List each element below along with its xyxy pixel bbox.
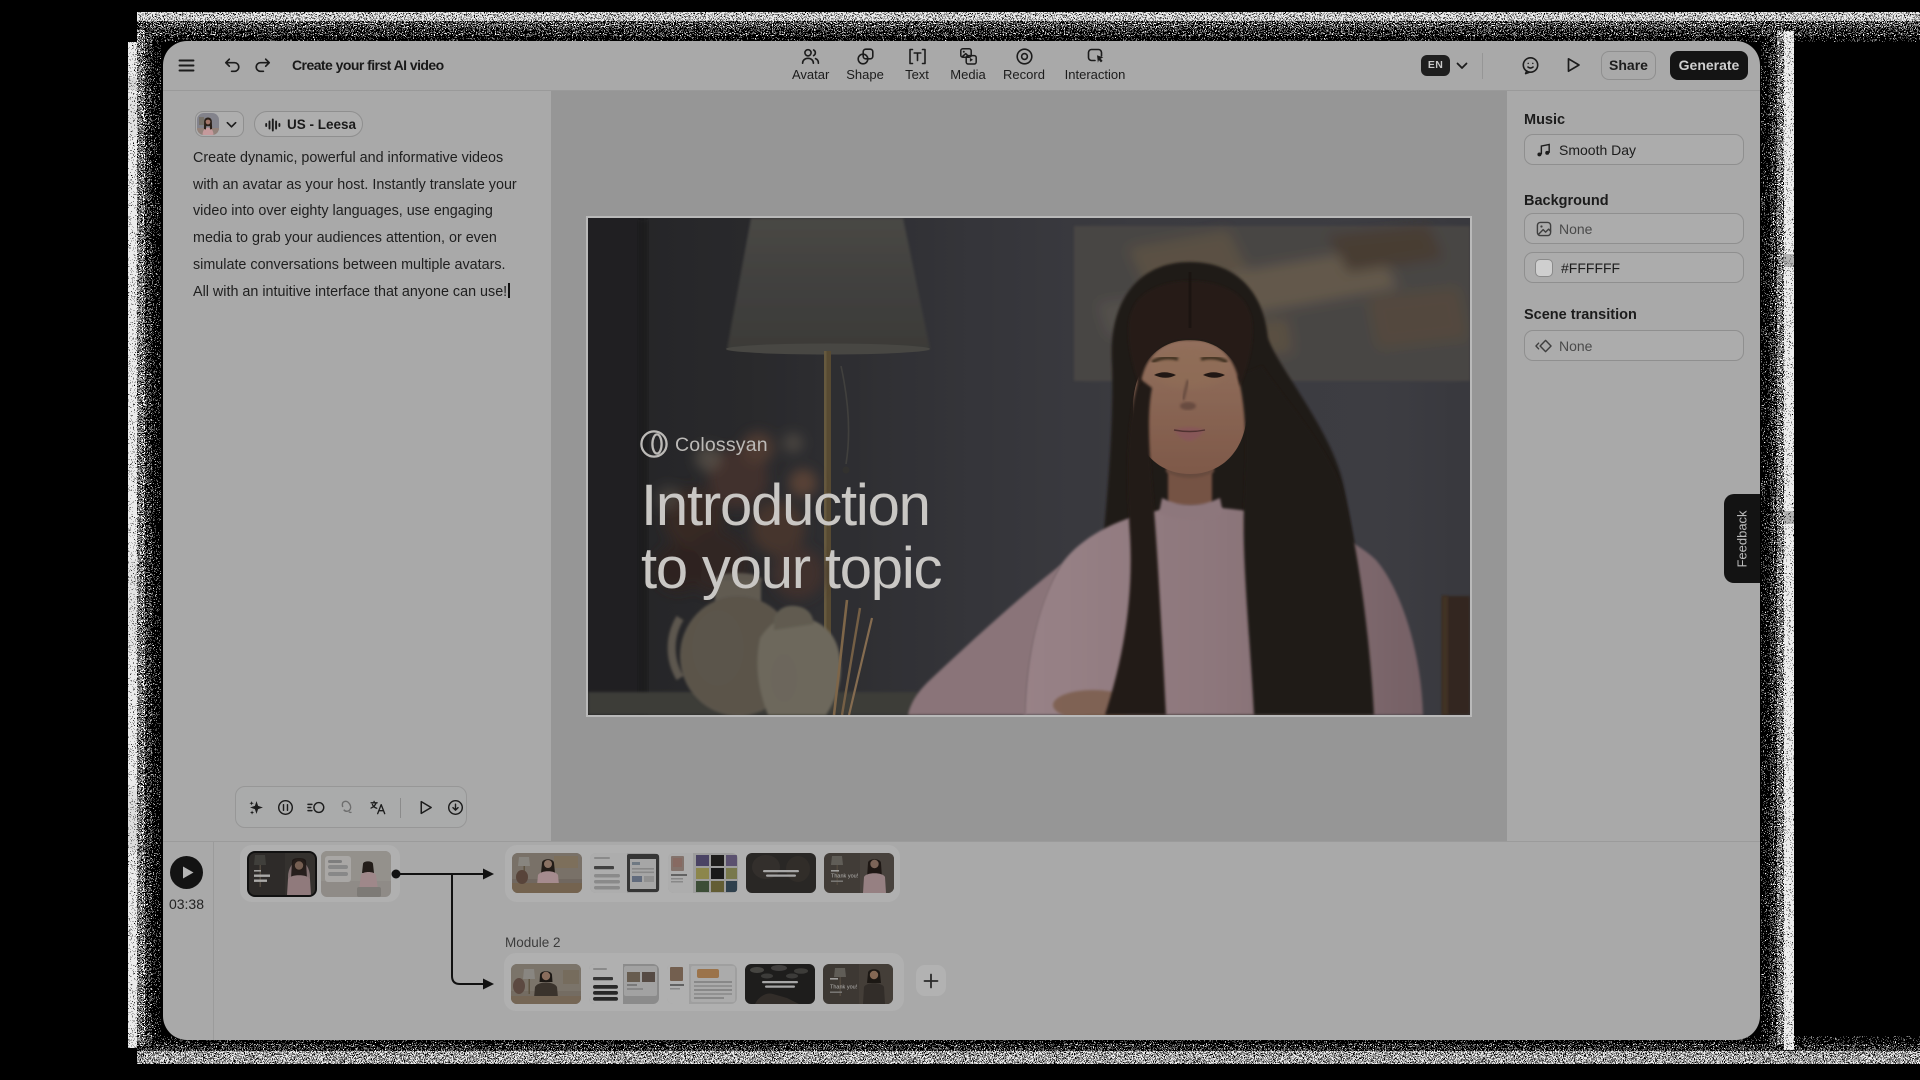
svg-text:to your topic: to your topic xyxy=(641,536,942,601)
svg-text:Colossyan: Colossyan xyxy=(675,434,768,456)
svg-text:Introduction: Introduction xyxy=(641,473,930,538)
svg-text:Thank you!: Thank you! xyxy=(831,874,859,880)
svg-text:Thank you!: Thank you! xyxy=(830,985,858,991)
